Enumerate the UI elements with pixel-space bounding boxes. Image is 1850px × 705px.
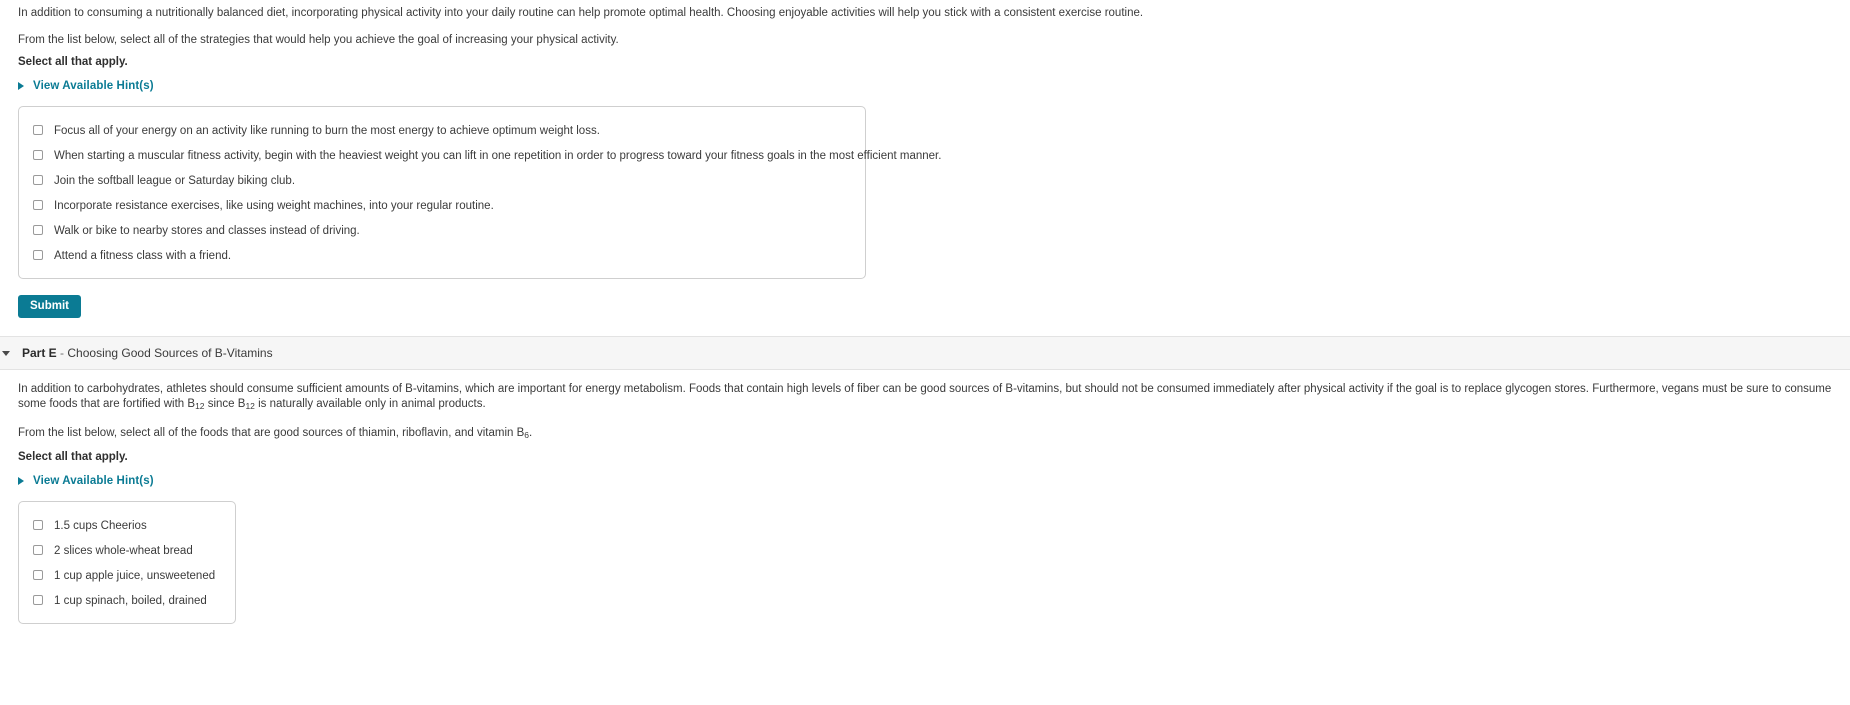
checkbox-icon[interactable]: [33, 544, 43, 555]
part-e-select-all-label: Select all that apply.: [18, 451, 128, 463]
caret-right-icon: [18, 477, 24, 485]
choice-label: 2 slices whole-wheat bread: [54, 544, 193, 557]
part-e-paragraph-mid: since B: [204, 398, 246, 410]
part-e-title: Part E - Choosing Good Sources of B-Vita…: [22, 346, 273, 360]
checkbox-icon[interactable]: [33, 249, 43, 260]
checkbox-icon[interactable]: [33, 519, 43, 530]
part-e-hint-label[interactable]: View Available Hint(s): [33, 475, 154, 487]
part-e-body: In addition to carbohydrates, athletes s…: [0, 370, 1850, 624]
choice-row[interactable]: Walk or bike to nearby stores and classe…: [19, 218, 865, 243]
choice-label: Join the softball league or Saturday bik…: [54, 174, 296, 187]
choice-label: When starting a muscular fitness activit…: [54, 149, 942, 162]
checkbox-icon[interactable]: [33, 174, 43, 185]
checkbox-icon[interactable]: [33, 199, 43, 210]
choice-label: Incorporate resistance exercises, like u…: [54, 199, 494, 212]
choice-row[interactable]: Incorporate resistance exercises, like u…: [19, 193, 865, 218]
choice-label: 1 cup spinach, boiled, drained: [54, 594, 207, 607]
caret-down-icon[interactable]: [2, 350, 10, 356]
choice-label: 1 cup apple juice, unsweetened: [54, 569, 216, 582]
choice-row[interactable]: 1 cup spinach, boiled, drained: [19, 588, 235, 613]
subscript-12b: 12: [245, 401, 255, 411]
checkbox-icon[interactable]: [33, 149, 43, 160]
choice-label: Walk or bike to nearby stores and classe…: [54, 224, 360, 237]
choice-row[interactable]: 1 cup apple juice, unsweetened: [19, 563, 235, 588]
choice-label: 1.5 cups Cheerios: [54, 519, 147, 532]
part-d-body: In addition to consuming a nutritionally…: [0, 0, 1850, 318]
choice-row[interactable]: When starting a muscular fitness activit…: [19, 143, 941, 168]
choice-row[interactable]: Attend a fitness class with a friend.: [19, 243, 865, 268]
part-d-answer-box: Focus all of your energy on an activity …: [18, 106, 941, 279]
submit-container: Submit: [0, 279, 1850, 318]
caret-right-icon: [18, 82, 24, 90]
checkbox-icon[interactable]: [33, 594, 43, 605]
choice-row[interactable]: Focus all of your energy on an activity …: [19, 118, 865, 143]
part-e-subtitle: Choosing Good Sources of B-Vitamins: [67, 346, 273, 360]
choice-row[interactable]: 2 slices whole-wheat bread: [19, 538, 235, 563]
part-e-prompt-post: .: [529, 427, 533, 439]
part-e-header[interactable]: Part E - Choosing Good Sources of B-Vita…: [0, 336, 1850, 370]
part-e-prompt-pre: From the list below, select all of the f…: [18, 427, 525, 439]
choice-row[interactable]: Join the softball league or Saturday bik…: [19, 168, 865, 193]
question-page: In addition to consuming a nutritionally…: [0, 0, 1850, 624]
part-d-hint-label[interactable]: View Available Hint(s): [33, 80, 154, 92]
submit-button[interactable]: Submit: [18, 295, 81, 318]
checkbox-icon[interactable]: [33, 124, 43, 135]
part-e-answer-box: 1.5 cups Cheerios 2 slices whole-wheat b…: [18, 501, 236, 624]
part-e-name: Part E: [22, 346, 57, 360]
part-e-paragraph: In addition to carbohydrates, athletes s…: [0, 382, 1850, 414]
part-e-prompt: From the list below, select all of the f…: [0, 426, 1850, 443]
checkbox-icon[interactable]: [33, 224, 43, 235]
choice-label: Focus all of your energy on an activity …: [54, 124, 600, 137]
part-d-select-all-label: Select all that apply.: [18, 56, 128, 68]
part-e-paragraph-post: is naturally available only in animal pr…: [254, 398, 486, 410]
part-d-prompt: From the list below, select all of the s…: [18, 34, 619, 46]
choice-row[interactable]: 1.5 cups Cheerios: [19, 513, 235, 538]
subscript-12a: 12: [195, 401, 205, 411]
choice-label: Attend a fitness class with a friend.: [54, 249, 232, 262]
part-d-intro-paragraph: In addition to consuming a nutritionally…: [18, 7, 1144, 19]
part-d-hint-toggle[interactable]: View Available Hint(s): [0, 80, 1850, 92]
part-e-hint-toggle[interactable]: View Available Hint(s): [0, 475, 1850, 487]
checkbox-icon[interactable]: [33, 569, 43, 580]
